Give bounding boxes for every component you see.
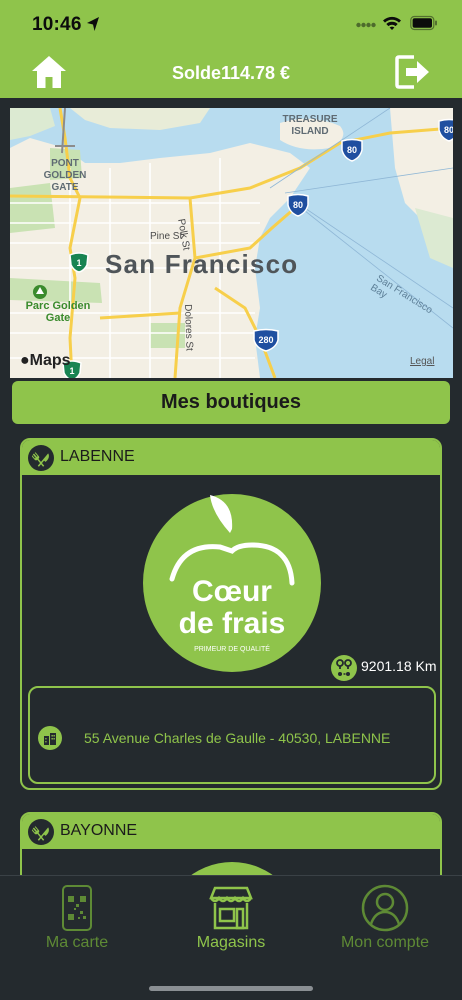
wifi-icon bbox=[383, 16, 401, 30]
distance-route-icon bbox=[331, 655, 357, 681]
restaurant-icon bbox=[28, 445, 54, 471]
section-title-text: Mes boutiques bbox=[160, 391, 301, 413]
section-title-boutiques: Mes boutiques bbox=[12, 381, 450, 424]
store-name: LABENNE bbox=[60, 448, 135, 465]
map-label-dolores-st: Dolores St bbox=[182, 304, 195, 352]
coeur-de-frais-logo: Cœur de frais PRIMEUR DE QUALITÉ bbox=[143, 494, 321, 672]
store-distance: 9201.18 Km bbox=[361, 658, 437, 674]
svg-text:1: 1 bbox=[76, 258, 81, 268]
tab-mon-compte[interactable]: Mon compte bbox=[308, 876, 462, 966]
store-address-box[interactable]: 55 Avenue Charles de Gaulle - 40530, LAB… bbox=[28, 686, 436, 784]
highway-shield-80-icon: 80 bbox=[341, 138, 363, 162]
store-front-icon bbox=[209, 886, 253, 930]
battery-icon bbox=[410, 15, 437, 31]
tab-label: Ma carte bbox=[45, 934, 109, 951]
highway-shield-80b-icon: 80 bbox=[287, 193, 309, 217]
user-account-icon bbox=[361, 884, 409, 932]
store-address: 55 Avenue Charles de Gaulle - 40530, LAB… bbox=[84, 730, 391, 746]
store-card[interactable]: LABENNE Cœur de frais PRIMEUR DE QUALITÉ… bbox=[20, 438, 442, 790]
store-name: BAYONNE bbox=[60, 822, 138, 839]
app-header: 10:46 Solde114.78 € bbox=[0, 0, 462, 98]
map-label-park: Parc Golden Gate bbox=[25, 300, 91, 324]
cellular-signal-icon bbox=[356, 22, 376, 28]
maps-attribution: ●Maps bbox=[20, 352, 71, 369]
highway-shield-80c-icon: 80 bbox=[438, 118, 453, 142]
location-arrow-icon bbox=[87, 17, 99, 31]
store-card-header: LABENNE bbox=[22, 440, 440, 475]
navigation-bar: Solde114.78 € bbox=[0, 48, 462, 98]
svg-text:80: 80 bbox=[347, 145, 357, 155]
tab-label: Mon compte bbox=[340, 934, 430, 951]
park-marker-icon bbox=[33, 285, 47, 299]
map-legal-link[interactable]: Legal bbox=[410, 356, 434, 367]
store-card-header: BAYONNE bbox=[22, 814, 440, 849]
loyalty-card-icon bbox=[62, 885, 92, 931]
svg-text:PRIMEUR DE QUALITÉ: PRIMEUR DE QUALITÉ bbox=[194, 644, 270, 653]
apple-logo-icon: ● bbox=[20, 352, 30, 369]
svg-text:Cœur: Cœur bbox=[192, 575, 272, 608]
svg-text:80: 80 bbox=[293, 200, 303, 210]
status-bar: 10:46 bbox=[0, 0, 462, 48]
tab-bar: Ma carte Magasins Mon compte bbox=[0, 875, 462, 1000]
store-map[interactable]: TREASURE ISLAND PONT GOLDEN GATE Pine St… bbox=[10, 108, 453, 378]
restaurant-icon bbox=[28, 819, 54, 845]
map-tiles bbox=[10, 108, 453, 378]
map-label-golden-gate: PONT GOLDEN GATE bbox=[43, 158, 87, 193]
building-icon bbox=[38, 726, 62, 750]
map-label-treasure-island: TREASURE ISLAND bbox=[282, 114, 338, 137]
tab-magasins[interactable]: Magasins bbox=[154, 876, 308, 966]
svg-text:80: 80 bbox=[444, 125, 453, 135]
map-city-label: San Francisco bbox=[105, 249, 299, 279]
route-shield-1-icon: 1 bbox=[69, 252, 89, 273]
svg-text:de frais: de frais bbox=[179, 607, 286, 640]
tab-label: Magasins bbox=[196, 934, 266, 951]
logout-icon[interactable] bbox=[394, 54, 432, 90]
svg-text:280: 280 bbox=[258, 335, 273, 345]
balance-label: Solde114.78 € bbox=[171, 63, 291, 83]
highway-shield-280-icon: 280 bbox=[253, 328, 279, 352]
status-time: 10:46 bbox=[32, 14, 82, 35]
tab-ma-carte[interactable]: Ma carte bbox=[0, 876, 154, 966]
home-indicator[interactable] bbox=[149, 986, 313, 991]
